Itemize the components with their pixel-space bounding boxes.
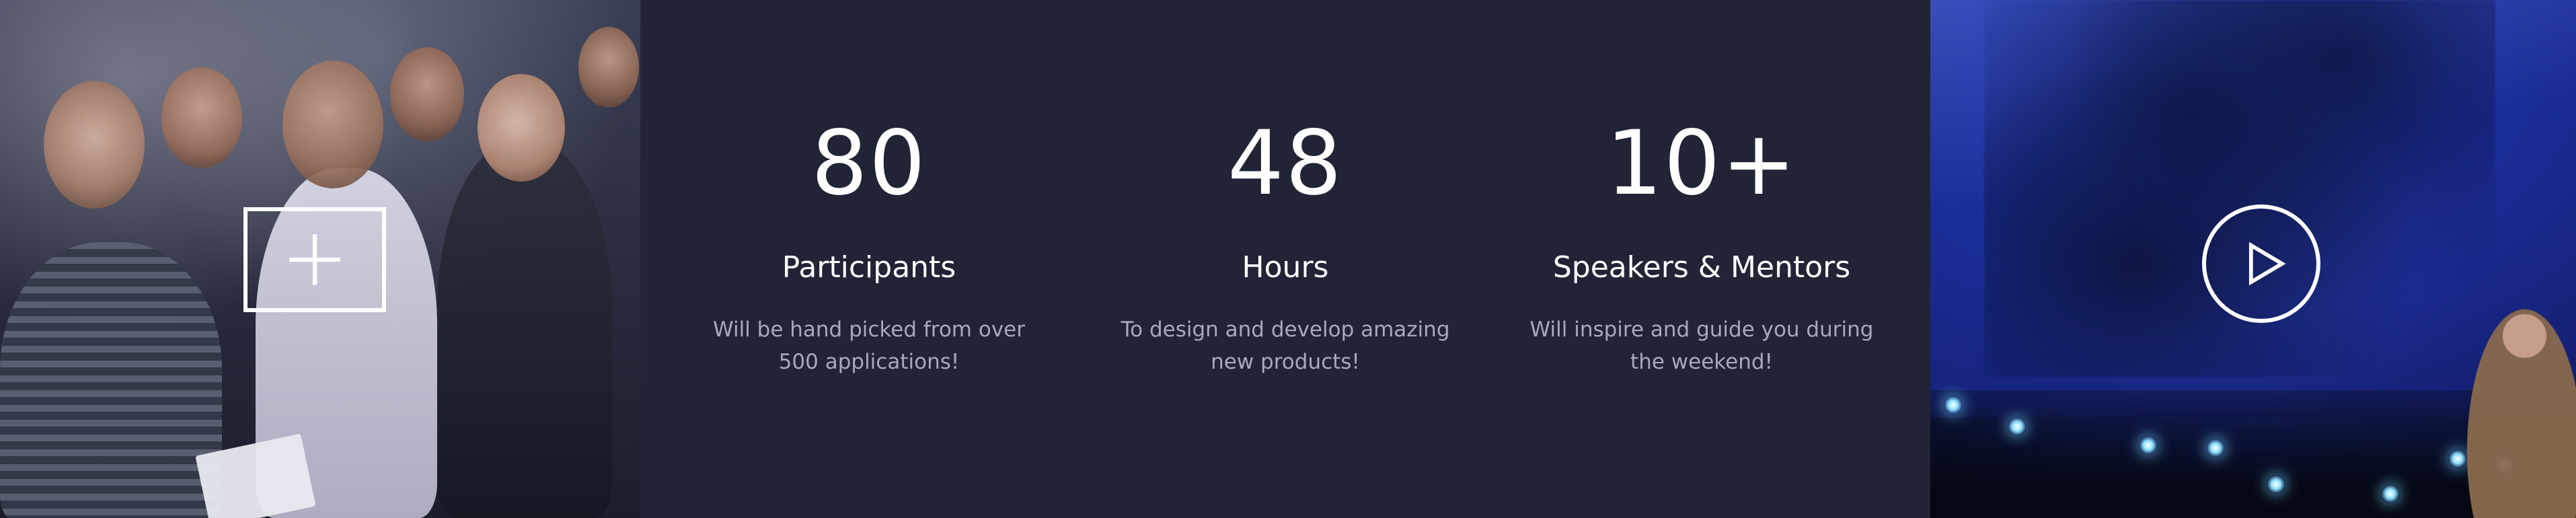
attendee-head [161,67,242,168]
add-button[interactable] [243,207,386,312]
stat-number: 10+ [1605,112,1798,215]
stat-description: Will be hand picked from over 500 applic… [712,318,1025,374]
stat-speakers: 10+ Speakers & Mentors Will inspire and … [1513,0,1890,378]
presentation-photo [1930,0,2576,518]
play-icon [2248,242,2286,286]
stage-light [2139,436,2158,455]
plus-icon [289,234,340,285]
stat-number: 80 [811,112,927,215]
stat-participants: 80 Participants Will be hand picked from… [681,0,1057,378]
play-video-button[interactable] [2202,205,2320,323]
attendee-head [478,74,565,182]
stage-light [2008,417,2026,436]
stage-light [2267,475,2285,494]
attendee-head [578,27,639,108]
stat-description: To design and develop amazing new produc… [1121,318,1450,374]
stat-title: Speakers & Mentors [1552,250,1851,285]
attendee-head [390,47,464,141]
stats-section: 80 Participants Will be hand picked from… [640,0,1930,518]
speaker-figure [2462,296,2576,518]
stat-hours: 48 Hours To design and develop amazing n… [1097,0,1474,378]
attendee-head [44,81,145,209]
stat-title: Participants [782,250,956,285]
attendee-figure [0,242,222,518]
stat-title: Hours [1242,250,1329,285]
stage-light [1944,396,1963,414]
event-stats-strip: 80 Participants Will be hand picked from… [0,0,2576,518]
dinosaur-silhouette [1984,0,2495,377]
attendee-head [282,61,383,188]
stat-number: 48 [1227,112,1343,215]
stage-light [2206,439,2225,457]
stage-light [2381,484,2400,503]
audience-photo [0,0,640,518]
stat-description: Will inspire and guide you during the we… [1529,318,1874,374]
attendee-figure [437,141,612,518]
